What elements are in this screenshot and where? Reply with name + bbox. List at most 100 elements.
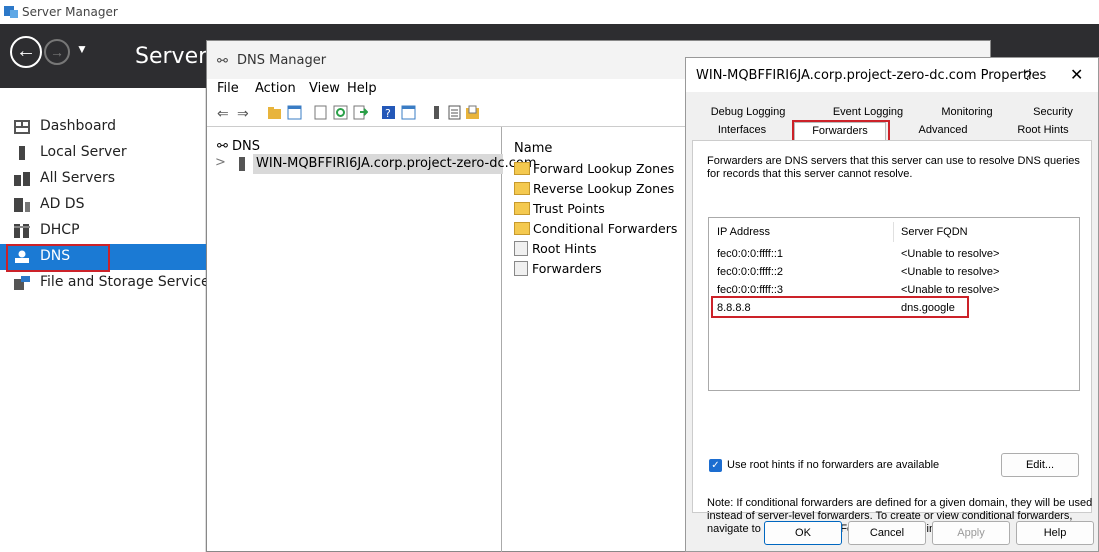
tab-root-hints[interactable]: Root Hints — [996, 124, 1090, 140]
tab-security[interactable]: Security — [1016, 106, 1090, 122]
use-root-hints-checkbox[interactable]: ✓ — [709, 459, 722, 472]
nav-item-file-storage[interactable]: File and Storage Services — [0, 270, 217, 296]
list-item-label: Forwarders — [532, 261, 602, 276]
list-item[interactable]: Root Hints — [514, 241, 597, 256]
list-item[interactable]: Forwarders — [514, 261, 602, 276]
tab-monitoring[interactable]: Monitoring — [924, 106, 1010, 122]
tree-node-server[interactable]: > WIN-MQBFFIRI6JA.corp.project-zero-dc.c… — [213, 154, 537, 174]
dialog-title: WIN-MQBFFIRI6JA.corp.project-zero-dc.com… — [696, 68, 1047, 83]
nav-label: All Servers — [40, 170, 116, 186]
list-icon[interactable] — [447, 105, 462, 120]
properties-icon[interactable] — [313, 105, 328, 120]
ok-button[interactable]: OK — [764, 521, 842, 545]
column-divider — [893, 222, 894, 242]
edit-button[interactable]: Edit... — [1001, 453, 1079, 477]
tab-interfaces[interactable]: Interfaces — [694, 124, 790, 140]
nav-item-local-server[interactable]: Local Server — [0, 140, 206, 166]
console-icon[interactable] — [401, 105, 416, 120]
forward-arrow-icon[interactable]: ⇒ — [237, 105, 252, 121]
forwarders-tab-panel: Forwarders are DNS servers that this ser… — [692, 140, 1092, 535]
dns-manager-icon: ⚯ — [217, 53, 228, 68]
list-item[interactable]: Forward Lookup Zones — [514, 161, 674, 176]
dialog-titlebar: WIN-MQBFFIRI6JA.corp.project-zero-dc.com… — [686, 58, 1098, 92]
forwarders-list[interactable]: IP Address Server FQDN fec0:0:0:ffff::1 … — [708, 217, 1080, 391]
server-node-label: WIN-MQBFFIRI6JA.corp.project-zero-dc.com — [256, 156, 537, 171]
server-manager-icon — [4, 6, 18, 18]
refresh-icon[interactable] — [333, 105, 348, 120]
forwarders-tab-highlight-box — [792, 120, 890, 142]
google-dns-highlight-box — [711, 296, 969, 318]
forwarder-fqdn: <Unable to resolve> — [901, 248, 1000, 260]
tab-advanced[interactable]: Advanced — [898, 124, 988, 140]
window-title: Server Manager — [22, 5, 118, 19]
help-glyph-button[interactable]: ? — [1024, 67, 1032, 83]
folder-icon — [514, 182, 530, 195]
dns-icon: ⚯ — [217, 139, 228, 154]
forwarder-fqdn: <Unable to resolve> — [901, 266, 1000, 278]
back-button[interactable]: ← — [10, 36, 42, 68]
dns-manager-title: DNS Manager — [237, 53, 327, 68]
help-button[interactable]: Help — [1016, 521, 1094, 545]
list-item-label: Conditional Forwarders — [533, 221, 678, 236]
header-title: Server — [135, 44, 208, 69]
scope-tree: ⚯ DNS > WIN-MQBFFIRI6JA.corp.project-zer… — [207, 127, 537, 552]
document-icon — [514, 261, 528, 276]
list-item[interactable]: Conditional Forwarders — [514, 221, 677, 236]
svg-text:?: ? — [385, 107, 391, 120]
server-icon[interactable] — [429, 105, 444, 120]
folder-icon — [514, 202, 530, 215]
server-manager-titlebar: Server Manager — [0, 0, 1099, 24]
column-header-ip[interactable]: IP Address — [717, 226, 770, 238]
nav-label: AD DS — [40, 196, 85, 212]
storage-icon — [14, 276, 30, 290]
show-tree-icon[interactable] — [287, 105, 302, 120]
history-dropdown-icon[interactable]: ▼ — [76, 42, 88, 56]
server-icon — [239, 157, 245, 171]
dashboard-icon — [14, 120, 30, 134]
menu-action[interactable]: Action — [255, 81, 296, 96]
help-icon[interactable]: ? — [381, 105, 396, 120]
result-list: Name Forward Lookup Zones Reverse Lookup… — [504, 127, 694, 552]
back-arrow-icon[interactable]: ⇐ — [217, 105, 232, 121]
nav-item-ad-ds[interactable]: AD DS — [0, 192, 206, 218]
servers-icon — [14, 172, 30, 186]
nav-label: Local Server — [40, 144, 127, 160]
nav-item-all-servers[interactable]: All Servers — [0, 166, 206, 192]
menu-view[interactable]: View — [309, 81, 340, 96]
nav-item-dhcp[interactable]: DHCP — [0, 218, 206, 244]
list-item-label: Root Hints — [532, 241, 597, 256]
forwarder-ip[interactable]: fec0:0:0:ffff::2 — [717, 266, 783, 278]
tree-root-dns[interactable]: ⚯ DNS — [217, 139, 260, 154]
properties-dialog: WIN-MQBFFIRI6JA.corp.project-zero-dc.com… — [685, 57, 1099, 552]
forwarder-ip[interactable]: fec0:0:0:ffff::3 — [717, 284, 783, 296]
menu-help[interactable]: Help — [347, 81, 377, 96]
zone-icon[interactable] — [465, 105, 480, 120]
apply-button[interactable]: Apply — [932, 521, 1010, 545]
list-item-label: Trust Points — [533, 201, 605, 216]
list-item-label: Forward Lookup Zones — [533, 161, 675, 176]
up-folder-icon[interactable] — [267, 105, 282, 120]
server-manager-nav: Dashboard Local Server All Servers AD DS… — [0, 88, 217, 552]
nav-item-dashboard[interactable]: Dashboard — [0, 114, 206, 140]
server-icon — [19, 146, 25, 160]
column-header-fqdn[interactable]: Server FQDN — [901, 226, 968, 238]
folder-icon — [514, 222, 530, 235]
chevron-right-icon[interactable]: > — [215, 155, 226, 170]
nav-label: File and Storage Services — [40, 274, 217, 290]
tree-root-label: DNS — [232, 139, 261, 154]
forwarder-ip[interactable]: fec0:0:0:ffff::1 — [717, 248, 783, 260]
list-item[interactable]: Reverse Lookup Zones — [514, 181, 674, 196]
cancel-button[interactable]: Cancel — [848, 521, 926, 545]
export-icon[interactable] — [353, 105, 368, 120]
column-header-name[interactable]: Name — [514, 141, 552, 156]
tab-debug-logging[interactable]: Debug Logging — [700, 106, 796, 122]
adds-icon — [14, 198, 30, 212]
document-icon — [514, 241, 528, 256]
forwarder-fqdn: <Unable to resolve> — [901, 284, 1000, 296]
dns-highlight-box — [6, 244, 110, 272]
nav-label: DHCP — [40, 222, 80, 238]
close-icon[interactable]: ✕ — [1070, 65, 1083, 85]
menu-file[interactable]: File — [217, 81, 239, 96]
forward-button[interactable]: → — [44, 39, 70, 65]
list-item[interactable]: Trust Points — [514, 201, 605, 216]
